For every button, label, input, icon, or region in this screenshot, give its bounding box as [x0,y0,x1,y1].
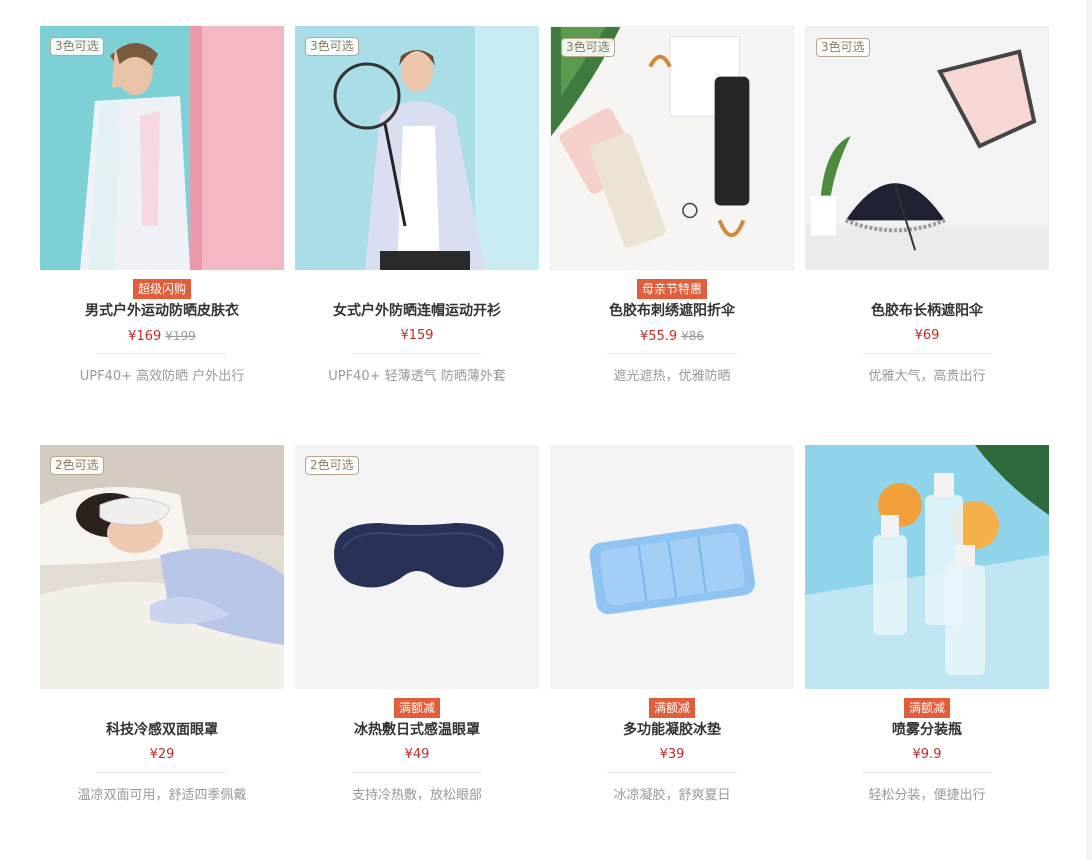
divider [352,772,482,773]
color-options-badge: 3色可选 [561,38,615,57]
product-description: 温凉双面可用，舒适四季佩戴 [77,788,247,803]
promo-tag: 满额减 [903,698,950,718]
product-name[interactable]: 冰热敷日式感温眼罩 [295,719,539,741]
product-row: 2色可选 科技冷感双面眼罩 ¥29 温凉双面可用，舒适四季佩戴 2色可选 满额减… [40,445,1050,805]
current-price: ¥39 [659,747,685,762]
current-price: ¥69 [914,328,940,343]
promo-tag: 满额减 [393,698,440,718]
product-description: 遮光遮热，优雅防晒 [613,369,731,384]
color-options-badge: 3色可选 [50,37,104,56]
sleeping-eye-mask-photo [40,445,284,689]
product-description: 支持冷热敷，放松眼部 [351,788,482,803]
blue-gel-pad-photo [550,445,794,689]
product-name[interactable]: 科技冷感双面眼罩 [40,719,284,741]
product-description: 优雅大气，高贵出行 [868,369,986,384]
tag-area [40,697,284,719]
price-line: ¥39 [550,745,794,765]
woman-hooded-jacket-photo [295,26,539,270]
product-name[interactable]: 男式户外运动防晒皮肤衣 [40,300,284,322]
product-image[interactable]: 3色可选 [295,26,539,270]
price-line: ¥49 [295,745,539,765]
divider [862,353,992,354]
price-line: ¥159 [295,326,539,346]
product-name[interactable]: 色胶布刺绣遮阳折伞 [550,300,794,322]
product-card[interactable]: 2色可选 满额减 冰热敷日式感温眼罩 ¥49 支持冷热敷，放松眼部 [295,445,539,805]
color-options-badge: 2色可选 [305,456,359,475]
price-line: ¥29 [40,745,284,765]
product-card[interactable]: 3色可选 母亲节特惠 色胶布刺绣遮阳折伞 ¥55.9 ¥86 遮光遮热，优雅防晒 [550,26,794,386]
product-card[interactable]: 2色可选 科技冷感双面眼罩 ¥29 温凉双面可用，舒适四季佩戴 [40,445,284,805]
price-line: ¥169 ¥199 [40,326,284,346]
tag-area: 超级闪购 [40,278,284,300]
tag-area [295,278,539,300]
product-card[interactable]: 满额减 多功能凝胶冰垫 ¥39 冰凉凝胶，舒爽夏日 [550,445,794,805]
product-image[interactable] [805,445,1049,689]
long-umbrella-photo [806,27,1048,269]
tag-area: 母亲节特惠 [550,278,794,300]
product-name[interactable]: 多功能凝胶冰垫 [550,719,794,741]
original-price: ¥86 [681,329,705,343]
current-price: ¥49 [404,747,430,762]
price-line: ¥69 [805,326,1049,346]
product-name[interactable]: 色胶布长柄遮阳伞 [805,300,1049,322]
current-price: ¥29 [149,747,175,762]
promo-tag: 超级闪购 [132,279,191,299]
product-image[interactable]: 3色可选 [550,26,794,270]
product-description: 冰凉凝胶，舒爽夏日 [613,788,731,803]
divider [352,353,482,354]
promo-tag: 满额减 [648,698,695,718]
color-options-badge: 2色可选 [50,456,104,475]
product-card[interactable]: 3色可选 女式户外防晒连帽运动开衫 ¥159 UPF40+ 轻薄透气 防晒薄外套 [295,26,539,386]
price-line: ¥55.9 ¥86 [550,326,794,346]
product-description: UPF40+ 轻薄透气 防晒薄外套 [328,369,506,384]
product-image[interactable]: 3色可选 [40,26,284,270]
divider [97,772,227,773]
product-description: UPF40+ 高效防晒 户外出行 [79,369,245,384]
product-name[interactable]: 喷雾分装瓶 [805,719,1049,741]
tag-area: 满额减 [295,697,539,719]
product-name[interactable]: 女式户外防晒连帽运动开衫 [295,300,539,322]
product-image[interactable]: 2色可选 [295,445,539,689]
scrollbar-track[interactable] [1086,0,1092,860]
product-image[interactable]: 3色可选 [805,26,1049,270]
divider [607,772,737,773]
product-image[interactable]: 2色可选 [40,445,284,689]
current-price: ¥9.9 [912,747,942,762]
color-options-badge: 3色可选 [816,38,870,57]
product-card[interactable]: 3色可选 色胶布长柄遮阳伞 ¥69 优雅大气，高贵出行 [805,26,1049,386]
current-price: ¥169 [128,329,162,344]
product-grid: 3色可选 超级闪购 男式户外运动防晒皮肤衣 ¥169 ¥199 UPF40+ 高效… [40,26,1050,805]
current-price: ¥55.9 [639,329,678,344]
navy-eye-mask-photo [295,445,539,689]
spray-bottles-photo [805,445,1049,689]
divider [97,353,227,354]
color-options-badge: 3色可选 [305,37,359,56]
current-price: ¥159 [400,328,434,343]
product-row: 3色可选 超级闪购 男式户外运动防晒皮肤衣 ¥169 ¥199 UPF40+ 高效… [40,26,1050,386]
original-price: ¥199 [165,329,196,343]
man-sun-jacket-photo [40,26,284,270]
product-card[interactable]: 满额减 喷雾分装瓶 ¥9.9 轻松分装，便捷出行 [805,445,1049,805]
promo-tag: 母亲节特惠 [636,279,707,299]
divider [862,772,992,773]
product-card[interactable]: 3色可选 超级闪购 男式户外运动防晒皮肤衣 ¥169 ¥199 UPF40+ 高效… [40,26,284,386]
tag-area [805,278,1049,300]
product-image[interactable] [550,445,794,689]
product-description: 轻松分装，便捷出行 [868,788,986,803]
price-line: ¥9.9 [805,745,1049,765]
divider [607,353,737,354]
folding-umbrellas-photo [551,27,793,269]
tag-area: 满额减 [805,697,1049,719]
tag-area: 满额减 [550,697,794,719]
